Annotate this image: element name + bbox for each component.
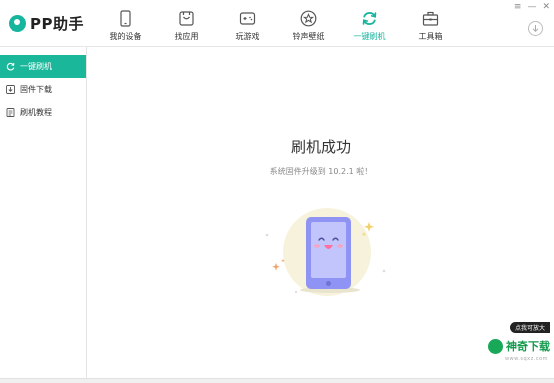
tab-label: 找应用 [174, 32, 199, 41]
dot [265, 233, 269, 237]
sparkle-icon [272, 263, 280, 271]
tab-toolbox[interactable]: 工具箱 [400, 0, 461, 46]
document-icon [6, 108, 15, 117]
app-logo[interactable]: PP助手 [9, 13, 84, 34]
menu-button[interactable]: ≡ [514, 2, 522, 12]
toolbox-icon [422, 11, 439, 26]
minimize-button[interactable]: — [527, 2, 536, 12]
main-content: 刷机成功 系统固件升级到 10.2.1 啦！ [88, 47, 554, 383]
watermark-ball-icon [488, 338, 503, 354]
tab-label: 一键刷机 [353, 32, 386, 41]
sidebar-item-one-click-flash[interactable]: 一键刷机 [0, 55, 86, 78]
happy-phone-illustration [265, 208, 386, 296]
star-icon [300, 10, 317, 27]
left-cheek [314, 244, 320, 248]
sidebar-item-label: 刷机教程 [20, 108, 52, 117]
site-watermark: 点我可放大 神奇下载 www.sqxz.com [488, 318, 554, 373]
dot [382, 269, 386, 273]
zoom-hint-tag[interactable]: 点我可放大 [509, 322, 550, 333]
window-controls: ≡ — ✕ [514, 2, 550, 12]
tab-one-click-flash[interactable]: 一键刷机 [339, 0, 400, 46]
watermark-url: www.sqxz.com [504, 356, 548, 362]
main-nav-tabs: 我的设备 找应用 玩游戏 铃声壁纸 一键刷机 工具箱 [95, 0, 461, 46]
sidebar-item-firmware-download[interactable]: 固件下载 [0, 78, 86, 101]
close-button[interactable]: ✕ [542, 2, 550, 12]
tab-label: 工具箱 [418, 32, 443, 41]
phone-screen [311, 222, 346, 278]
sidebar-item-label: 一键刷机 [20, 62, 52, 71]
refresh-icon [362, 12, 377, 25]
tab-my-device[interactable]: 我的设备 [95, 0, 156, 46]
bottom-strip [0, 378, 554, 383]
phone-home-button [326, 281, 331, 286]
tab-label: 铃声壁纸 [292, 32, 325, 41]
gamepad-icon [239, 12, 256, 25]
tab-play-games[interactable]: 玩游戏 [217, 0, 278, 46]
app-bag-icon [179, 11, 194, 26]
page-title: 刷机成功 [290, 138, 351, 156]
download-icon [6, 85, 15, 94]
sidebar: 一键刷机 固件下载 刷机教程 [0, 47, 87, 383]
dot [294, 290, 298, 294]
app-name: PP助手 [30, 15, 84, 33]
tab-find-apps[interactable]: 找应用 [156, 0, 217, 46]
sidebar-item-label: 固件下载 [20, 85, 52, 94]
tab-label: 玩游戏 [235, 32, 260, 41]
sidebar-item-flash-tutorial[interactable]: 刷机教程 [0, 101, 86, 124]
top-navigation-bar: PP助手 我的设备 找应用 玩游戏 铃声壁纸 一键刷机 工具箱 ≡ — ✕ [0, 0, 554, 47]
sparkle-icon [364, 222, 374, 232]
download-manager-button[interactable] [528, 21, 543, 36]
download-arrow-icon [532, 25, 539, 33]
pp-logo-icon [9, 15, 26, 32]
phone-icon [120, 10, 131, 27]
watermark-logo: 神奇下载 [488, 338, 550, 354]
success-message: 系统固件升级到 10.2.1 啦！ [269, 167, 373, 176]
right-cheek [337, 244, 343, 248]
tab-ringtones-wallpapers[interactable]: 铃声壁纸 [278, 0, 339, 46]
refresh-icon [6, 62, 15, 71]
tab-label: 我的设备 [109, 32, 142, 41]
watermark-text: 神奇下载 [506, 340, 550, 353]
